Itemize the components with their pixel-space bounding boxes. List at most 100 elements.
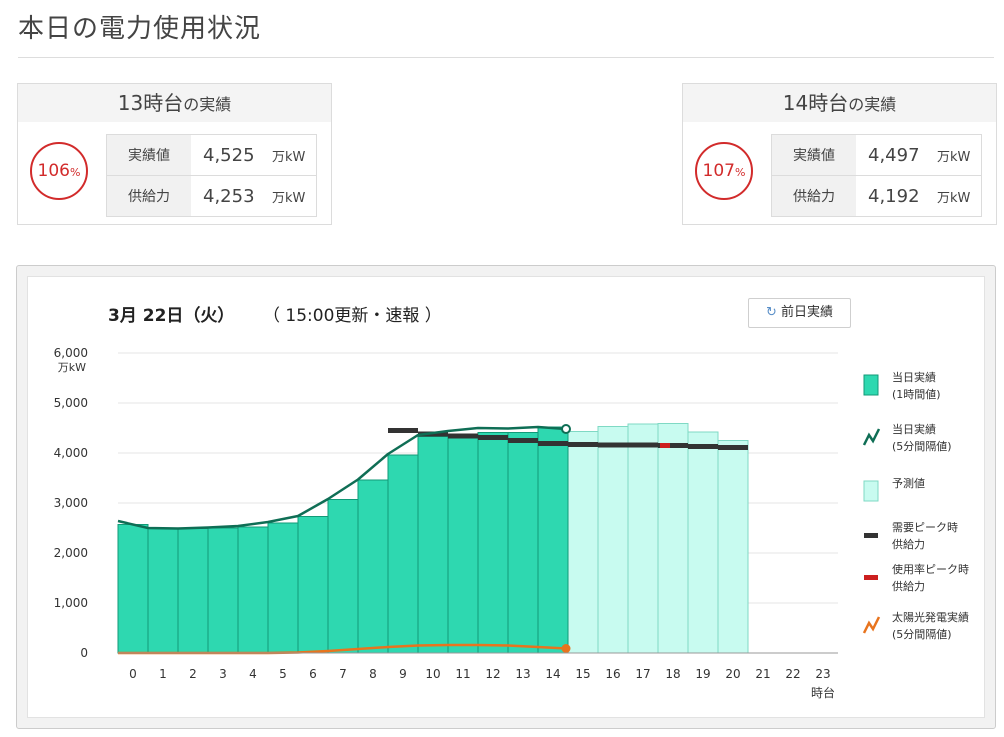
row-unit: 万kW [929, 175, 982, 217]
legend-label: 当日実績 [892, 370, 936, 384]
forecast-bar [687, 431, 719, 654]
values-table: 実績値 4,497 万kW 供給力 4,192 万kW [771, 134, 982, 217]
usage-rate-value: 106 [37, 161, 70, 181]
y-tick-label: 5,000 [54, 396, 88, 410]
x-unit-label: 時台 [811, 685, 835, 700]
row-value: 4,497 [868, 144, 920, 166]
y-tick-label: 0 [80, 646, 88, 660]
x-tick-label: 14 [545, 667, 560, 681]
legend-swatch-peak-supply [864, 533, 878, 538]
peak-supply-marker [478, 435, 508, 440]
x-tick-label: 2 [189, 667, 197, 681]
usage-rate-badge: 107% [695, 142, 753, 200]
x-tick-label: 3 [219, 667, 227, 681]
row-label: 実績値 [106, 134, 191, 176]
legend-label: 供給力 [892, 579, 925, 593]
card-hour: 13時台 [117, 91, 184, 115]
legend-label: (5分間隔値) [892, 440, 952, 453]
legend-label: (5分間隔値) [892, 628, 952, 641]
legend-swatch-5min [862, 428, 881, 446]
peak-supply-marker [508, 438, 538, 443]
legend-swatch-solar [862, 616, 881, 634]
card-14h: 14時台の実績 107% 実績値 4,497 万kW 供給力 4,192 万kW [682, 83, 997, 225]
card-13h: 13時台の実績 106% 実績値 4,525 万kW 供給力 4,253 万kW [17, 83, 332, 225]
legend-swatch-actual [863, 374, 879, 396]
actual-bar [417, 436, 449, 654]
x-tick-label: 16 [605, 667, 620, 681]
x-tick-label: 18 [665, 667, 680, 681]
legend-label: 予測値 [892, 476, 925, 490]
row-value: 4,253 [191, 175, 264, 217]
table-row: 供給力 4,253 万kW [106, 175, 317, 217]
row-unit: 万kW [264, 175, 317, 217]
y-tick-label: 4,000 [54, 446, 88, 460]
x-tick-label: 5 [279, 667, 287, 681]
legend-label: 当日実績 [892, 422, 936, 436]
x-tick-label: 0 [129, 667, 137, 681]
chart-panel: 3月 22日（火） （ 15:00更新・速報 ） ↻ 前日実績 0 1,000 2,0… [16, 265, 996, 729]
row-label: 供給力 [106, 175, 191, 217]
forecast-bar [657, 423, 689, 654]
actual-bar [357, 479, 389, 654]
actual-bar [237, 526, 269, 654]
row-value: 4,525 [203, 144, 255, 166]
legend-label: (1時間値) [892, 388, 941, 401]
usage-rate-value: 107 [702, 161, 735, 181]
card-suffix: の実績 [848, 95, 897, 114]
legend-label: 需要ピーク時 [892, 521, 958, 534]
solar-line-endpoint [561, 644, 571, 653]
x-tick-label: 13 [515, 667, 530, 681]
forecast-bar [627, 423, 659, 654]
actual-bar [447, 433, 479, 654]
actual-bar [117, 524, 149, 654]
table-row: 供給力 4,192 万kW [771, 175, 982, 217]
legend-swatch-rate-supply [864, 575, 878, 580]
x-tick-label: 4 [249, 667, 257, 681]
peak-supply-marker [568, 442, 598, 447]
chart-area: 3月 22日（火） （ 15:00更新・速報 ） ↻ 前日実績 0 1,000 2,0… [27, 276, 985, 718]
usage-rate-unit: % [70, 166, 81, 179]
y-tick-label: 2,000 [54, 546, 88, 560]
demand-chart: 01,0002,0003,0004,0005,0006,000万kW0 1 2 3 4 5… [54, 346, 969, 700]
card-header: 14時台の実績 [683, 84, 996, 122]
row-label: 供給力 [771, 175, 856, 217]
page-title: 本日の電力使用状況 [18, 14, 262, 44]
y-tick-label: 6,000 [54, 346, 88, 360]
actual-bar [207, 527, 239, 654]
card-hour: 14時台 [782, 91, 849, 115]
demand-line-endpoint [561, 424, 571, 434]
values-table: 実績値 4,525 万kW 供給力 4,253 万kW [106, 134, 317, 217]
peak-supply-marker [688, 444, 718, 449]
x-tick-label: 1 [159, 667, 167, 681]
actual-bar [267, 522, 299, 654]
actual-bar [297, 516, 329, 654]
card-header: 13時台の実績 [18, 84, 331, 122]
actual-bar [537, 426, 569, 654]
row-unit: 万kW [937, 149, 971, 165]
actual-bar [147, 528, 179, 654]
y-tick-label: 1,000 [54, 596, 88, 610]
peak-supply-marker [448, 433, 478, 439]
table-row: 実績値 4,497 万kW [771, 134, 982, 176]
y-tick-label: 3,000 [54, 496, 88, 510]
x-tick-label: 15 [575, 667, 590, 681]
usage-rate-unit: % [735, 166, 746, 179]
legend-label: 使用率ピーク時 [892, 562, 969, 576]
actual-bar [177, 528, 209, 654]
peak-supply-marker [538, 441, 568, 446]
peak-supply-marker [718, 445, 748, 450]
x-tick-label: 21 [755, 667, 770, 681]
x-tick-label: 8 [369, 667, 377, 681]
rate-peak-supply-marker [660, 443, 670, 448]
usage-rate-badge: 106% [30, 142, 88, 200]
x-tick-label: 11 [455, 667, 470, 681]
x-tick-label: 19 [695, 667, 710, 681]
x-tick-label: 17 [635, 667, 650, 681]
table-row: 実績値 4,525 万kW [106, 134, 317, 176]
peak-supply-marker [388, 428, 418, 433]
forecast-bar [717, 440, 749, 654]
actual-bar [477, 432, 509, 654]
row-unit: 万kW [272, 149, 306, 165]
x-tick-label: 12 [485, 667, 500, 681]
actual-bar [507, 432, 539, 654]
